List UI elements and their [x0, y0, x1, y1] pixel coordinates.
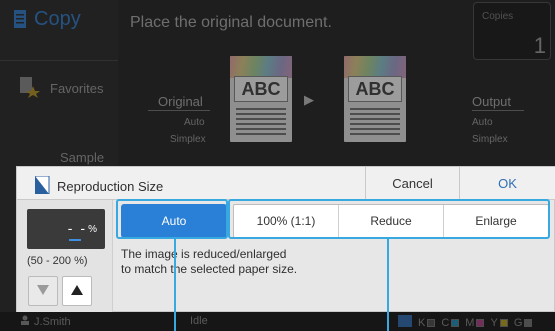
percentage-range: (50 - 200 %) [27, 255, 88, 267]
description-line-1: The image is reduced/enlarged [121, 247, 287, 261]
triangle-up-icon [71, 282, 83, 300]
description-line-2: to match the selected paper size. [121, 262, 298, 276]
percentage-input[interactable]: - - % [27, 209, 105, 249]
option-description: The image is reduced/enlarged to match t… [121, 247, 381, 277]
callout-box-options [228, 199, 550, 239]
triangle-down-icon [37, 282, 49, 300]
dialog-title-label: Reproduction Size [57, 179, 164, 194]
reproduction-size-dialog: Reproduction Size Cancel OK - - % (50 - … [16, 166, 555, 312]
ok-button[interactable]: OK [459, 167, 555, 200]
input-cursor [69, 239, 81, 241]
callout-line-options [387, 239, 389, 331]
percentage-value: - - [67, 220, 87, 236]
percentage-unit: % [88, 224, 97, 235]
cancel-button[interactable]: Cancel [365, 167, 459, 200]
callout-box-auto [116, 199, 228, 239]
value-pane: - - % (50 - 200 %) [17, 200, 113, 312]
dialog-title: Reproduction Size [34, 175, 164, 197]
reproduction-size-icon [34, 175, 51, 197]
dialog-header: Reproduction Size Cancel OK [17, 167, 555, 200]
decrease-button[interactable] [28, 276, 58, 306]
callout-line-auto [174, 239, 176, 331]
increase-button[interactable] [62, 276, 92, 306]
